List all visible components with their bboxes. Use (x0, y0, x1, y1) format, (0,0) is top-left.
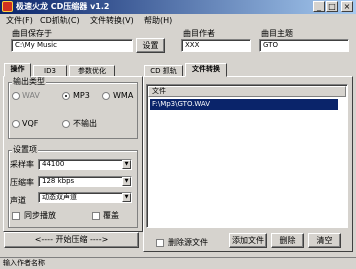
app-icon (2, 1, 13, 12)
radio-wav-label: WAV (22, 91, 40, 100)
bitrate-value: 128 kbps (42, 177, 75, 185)
start-compress-button[interactable]: <---- 开始压缩 ----> (4, 232, 139, 248)
output-type-title: 输出类型 (12, 77, 46, 86)
delete-source-label: 删除源文件 (168, 238, 208, 247)
menu-cd-rip[interactable]: CD抓轨(C) (40, 15, 80, 26)
author-field[interactable]: XXX (181, 39, 251, 52)
clear-button[interactable]: 清空 (308, 233, 341, 248)
menu-convert[interactable]: 文件转换(V) (90, 15, 134, 26)
sync-play-checkbox[interactable] (12, 212, 20, 220)
settings-group-title: 设置项 (12, 145, 38, 154)
sample-rate-select[interactable]: 44100 ▼ (38, 159, 132, 170)
file-list-row[interactable]: F:\Mp3\GTO.WAV (150, 99, 338, 110)
dropdown-arrow-icon: ▼ (122, 193, 131, 202)
close-button[interactable]: × (341, 1, 353, 12)
radio-mp3[interactable] (62, 92, 70, 100)
overwrite-label: 覆盖 (103, 211, 119, 220)
delete-button[interactable]: 删除 (271, 233, 304, 248)
title-bar[interactable]: 极速火龙 CD压缩器 v1.2 _ □ × (0, 0, 356, 14)
radio-no-output-label: 不输出 (73, 119, 97, 128)
sample-rate-label: 采样率 (10, 160, 34, 169)
tab-file-convert[interactable]: 文件转换 (185, 63, 227, 77)
settings-button[interactable]: 设置 (136, 38, 165, 53)
save-path-field[interactable]: C:\My Music (11, 39, 133, 52)
subject-field[interactable]: GTO (259, 39, 349, 52)
menu-help[interactable]: 帮助(H) (144, 15, 172, 26)
channel-label: 声道 (10, 196, 26, 205)
main-window: 极速火龙 CD压缩器 v1.2 _ □ × 文件(F) CD抓轨(C) 文件转换… (0, 0, 356, 269)
menu-file[interactable]: 文件(F) (6, 15, 33, 26)
overwrite-checkbox[interactable] (92, 212, 100, 220)
dropdown-arrow-icon: ▼ (122, 160, 131, 169)
radio-mp3-label: MP3 (73, 91, 90, 100)
delete-source-checkbox[interactable] (156, 239, 164, 247)
channel-value: 动态双声道 (42, 193, 77, 201)
sample-rate-value: 44100 (42, 160, 65, 168)
add-file-button[interactable]: 添加文件 (229, 233, 267, 248)
channel-select[interactable]: 动态双声道 ▼ (38, 192, 132, 203)
file-list[interactable]: 文件 F:\Mp3\GTO.WAV (146, 84, 348, 228)
bitrate-select[interactable]: 128 kbps ▼ (38, 176, 132, 187)
author-label: 曲目作者 (183, 29, 215, 38)
radio-wav[interactable] (12, 92, 20, 100)
maximize-button[interactable]: □ (326, 1, 338, 12)
radio-vqf-label: VQF (22, 119, 39, 128)
sync-play-label: 同步播放 (24, 211, 56, 220)
bitrate-label: 压缩率 (10, 178, 34, 187)
file-list-header[interactable]: 文件 (148, 86, 346, 97)
radio-wma-label: WMA (113, 91, 134, 100)
save-location-label: 曲目保存于 (12, 29, 52, 38)
radio-vqf[interactable] (12, 120, 20, 128)
menu-bar: 文件(F) CD抓轨(C) 文件转换(V) 帮助(H) (0, 14, 356, 27)
subject-label: 曲目主题 (261, 29, 293, 38)
radio-wma[interactable] (102, 92, 110, 100)
dropdown-arrow-icon: ▼ (122, 177, 131, 186)
radio-no-output[interactable] (62, 120, 70, 128)
tab-operation[interactable]: 操作 (4, 63, 31, 77)
status-bar: 输入作者名称 (0, 257, 356, 269)
minimize-button[interactable]: _ (313, 1, 325, 12)
window-title: 极速火龙 CD压缩器 v1.2 (16, 2, 110, 11)
